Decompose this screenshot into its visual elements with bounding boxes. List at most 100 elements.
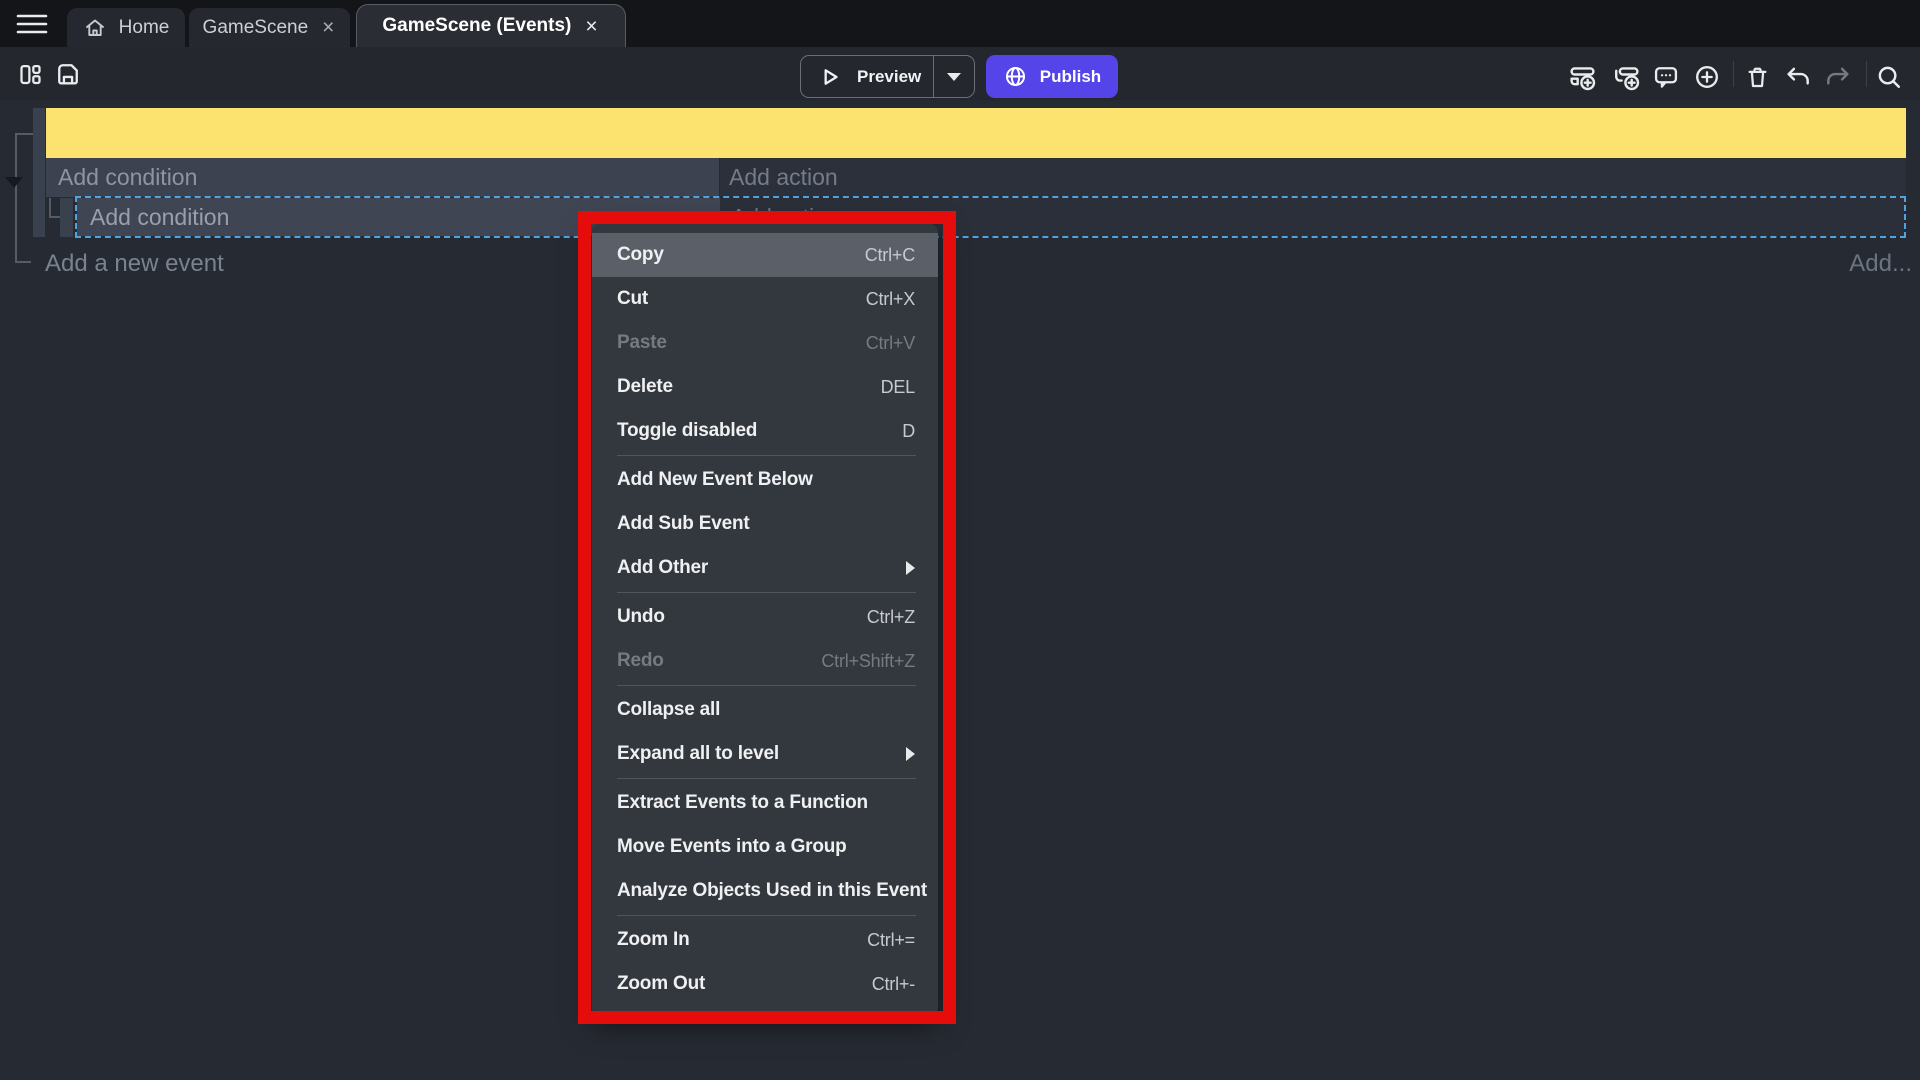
add-sub-event-icon <box>1612 63 1641 92</box>
menu-divider <box>617 915 916 916</box>
menu-item-shortcut: DEL <box>881 377 915 398</box>
submenu-arrow-icon <box>906 561 915 575</box>
menu-item-shortcut: Ctrl+Z <box>867 607 915 628</box>
add-action-link[interactable]: Add action <box>720 158 1906 197</box>
publish-button[interactable]: Publish <box>986 55 1118 98</box>
menu-divider <box>617 455 916 456</box>
menu-item-shortcut: Ctrl+V <box>866 333 915 354</box>
menu-item-label: Collapse all <box>617 699 915 721</box>
add-event-button[interactable] <box>1566 61 1598 93</box>
menu-item-undo[interactable]: UndoCtrl+Z <box>592 595 938 639</box>
menu-item-label: Zoom Out <box>617 973 872 995</box>
menu-item-copy[interactable]: CopyCtrl+C <box>592 233 938 277</box>
layout-panels-button[interactable] <box>14 58 46 90</box>
menu-item-cut[interactable]: CutCtrl+X <box>592 277 938 321</box>
menu-item-label: Redo <box>617 650 821 672</box>
menu-item-delete[interactable]: DeleteDEL <box>592 365 938 409</box>
menu-divider <box>617 778 916 779</box>
hamburger-icon <box>14 12 50 36</box>
menu-item-label: Toggle disabled <box>617 420 902 442</box>
menu-item-zoom-out[interactable]: Zoom OutCtrl+- <box>592 962 938 1006</box>
add-condition-link[interactable]: Add condition <box>46 158 719 197</box>
selected-event-highlight[interactable] <box>46 108 1906 158</box>
selected-sub-event-row[interactable]: Add condition Add action <box>75 196 1906 238</box>
menu-item-move-events-into-a-group[interactable]: Move Events into a Group <box>592 825 938 869</box>
menu-item-extract-events-to-a-function[interactable]: Extract Events to a Function <box>592 781 938 825</box>
menu-item-label: Undo <box>617 606 867 628</box>
tab-home[interactable]: Home <box>67 8 185 47</box>
choose-add-event-button[interactable] <box>1691 61 1723 93</box>
plus-circle-icon <box>1693 63 1721 91</box>
tree-connector <box>15 261 31 263</box>
redo-icon <box>1824 63 1852 91</box>
button-divider <box>933 56 934 97</box>
redo-button[interactable] <box>1822 61 1854 93</box>
collapse-event-arrow-icon[interactable] <box>5 177 23 188</box>
menu-item-shortcut: Ctrl+= <box>867 930 915 951</box>
menu-item-toggle-disabled[interactable]: Toggle disabledD <box>592 409 938 453</box>
search-button[interactable] <box>1873 61 1905 93</box>
menu-item-label: Paste <box>617 332 866 354</box>
menu-item-redo[interactable]: RedoCtrl+Shift+Z <box>592 639 938 683</box>
menu-item-label: Add Other <box>617 557 906 579</box>
tab-close-icon[interactable]: × <box>320 17 336 38</box>
globe-icon <box>1003 64 1028 89</box>
preview-dropdown-caret-icon[interactable] <box>947 73 961 81</box>
add-new-event-link[interactable]: Add a new event <box>45 250 224 278</box>
add-more-link[interactable]: Add... <box>1849 250 1912 278</box>
publish-label: Publish <box>1040 67 1101 87</box>
menu-item-shortcut: Ctrl+C <box>865 245 915 266</box>
sub-event-gutter[interactable] <box>60 198 73 237</box>
tab-gamescene[interactable]: GameScene × <box>189 8 350 47</box>
toolbar-separator <box>1733 61 1734 87</box>
tab-bar: Home GameScene × GameScene (Events) × <box>0 0 1920 47</box>
add-comment-button[interactable] <box>1650 61 1682 93</box>
tab-label: GameScene <box>203 17 309 39</box>
menu-item-shortcut: Ctrl+Shift+Z <box>821 651 915 672</box>
undo-button[interactable] <box>1782 61 1814 93</box>
layout-panels-icon <box>17 61 44 88</box>
menu-item-add-other[interactable]: Add Other <box>592 546 938 590</box>
tree-connector <box>49 216 60 218</box>
tab-close-icon[interactable]: × <box>583 16 599 37</box>
menu-item-analyze-objects-used-in-this-event[interactable]: Analyze Objects Used in this Event <box>592 869 938 913</box>
menu-item-label: Add Sub Event <box>617 513 915 535</box>
menu-item-label: Copy <box>617 244 865 266</box>
menu-item-zoom-in[interactable]: Zoom InCtrl+= <box>592 918 938 962</box>
menu-item-shortcut: D <box>902 421 915 442</box>
menu-item-label: Extract Events to a Function <box>617 792 915 814</box>
menu-item-label: Analyze Objects Used in this Event <box>617 880 927 902</box>
events-sheet: Add condition Add action Add condition A… <box>0 100 1920 1080</box>
menu-item-label: Add New Event Below <box>617 469 915 491</box>
events-toolbar: Preview Publish <box>0 47 1920 100</box>
event-gutter[interactable] <box>33 108 45 237</box>
main-menu-button[interactable] <box>14 12 50 36</box>
menu-item-add-new-event-below[interactable]: Add New Event Below <box>592 458 938 502</box>
menu-item-label: Move Events into a Group <box>617 836 915 858</box>
save-icon <box>54 60 82 88</box>
preview-label: Preview <box>857 67 921 87</box>
tree-connector <box>15 133 17 263</box>
add-event-icon <box>1568 63 1597 92</box>
menu-divider <box>617 685 916 686</box>
menu-item-label: Delete <box>617 376 881 398</box>
undo-icon <box>1784 63 1812 91</box>
tab-label: GameScene (Events) <box>382 15 571 37</box>
menu-item-collapse-all[interactable]: Collapse all <box>592 688 938 732</box>
menu-item-add-sub-event[interactable]: Add Sub Event <box>592 502 938 546</box>
tab-gamescene-events[interactable]: GameScene (Events) × <box>356 4 626 47</box>
delete-button[interactable] <box>1741 61 1773 93</box>
add-sub-event-button[interactable] <box>1610 61 1642 93</box>
tab-label: Home <box>119 17 170 39</box>
menu-item-shortcut: Ctrl+X <box>866 289 915 310</box>
home-icon <box>83 16 107 40</box>
toolbar-separator <box>1866 61 1867 87</box>
search-icon <box>1875 63 1903 91</box>
menu-item-expand-all-to-level[interactable]: Expand all to level <box>592 732 938 776</box>
preview-button[interactable]: Preview <box>800 55 975 98</box>
tree-connector <box>15 133 33 135</box>
menu-item-paste[interactable]: PasteCtrl+V <box>592 321 938 365</box>
context-menu: CopyCtrl+CCutCtrl+XPasteCtrl+VDeleteDELT… <box>592 224 938 1016</box>
save-button[interactable] <box>52 58 84 90</box>
menu-item-shortcut: Ctrl+- <box>872 974 915 995</box>
